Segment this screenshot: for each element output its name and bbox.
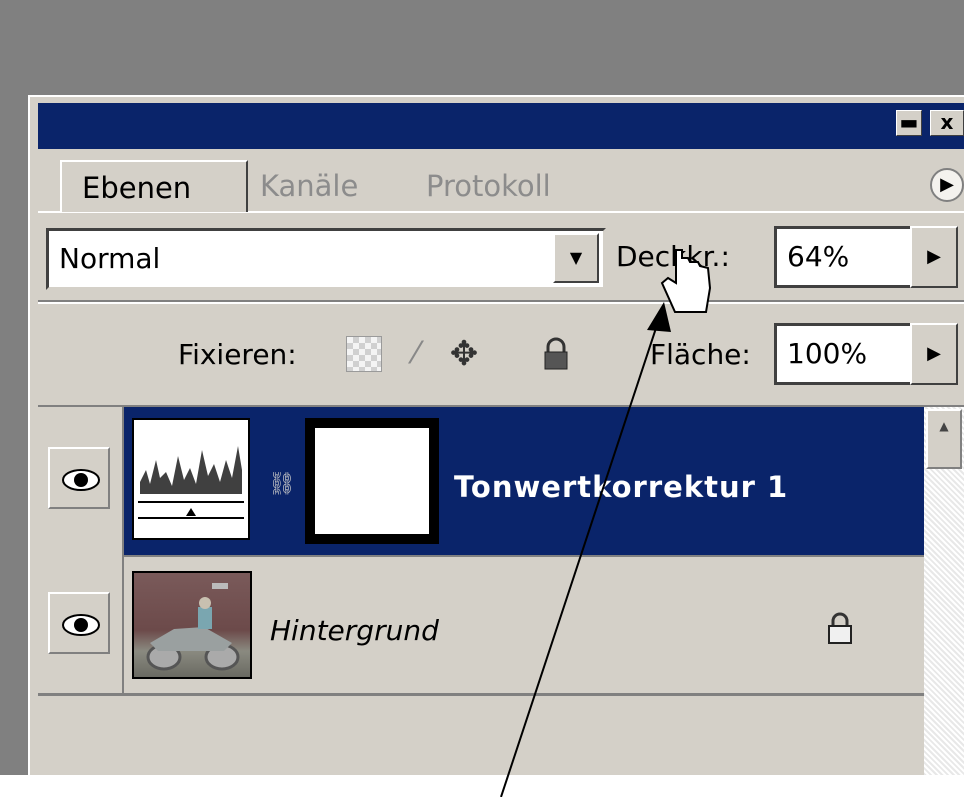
levels-adjustment-thumbnail[interactable] bbox=[132, 418, 250, 540]
background-layer-thumbnail[interactable] bbox=[132, 571, 252, 679]
tab-protokoll-label: Protokoll bbox=[426, 169, 551, 203]
minimize-button[interactable]: ▬ bbox=[896, 110, 922, 136]
lock-label: Fixieren: bbox=[178, 338, 297, 371]
visibility-toggle[interactable] bbox=[48, 592, 110, 654]
blend-mode-dropdown-button[interactable]: ▼ bbox=[553, 233, 599, 283]
tab-ebenen[interactable]: Ebenen bbox=[60, 160, 248, 212]
visibility-toggle[interactable] bbox=[48, 447, 110, 509]
minimize-icon: ▬ bbox=[899, 110, 919, 134]
play-circle-icon: ▶ bbox=[940, 174, 954, 195]
layer-name[interactable]: Hintergrund bbox=[270, 612, 439, 650]
histogram-icon bbox=[138, 446, 244, 519]
tab-ebenen-label: Ebenen bbox=[82, 171, 192, 205]
fill-value: 100% bbox=[787, 337, 868, 370]
fill-slider-button[interactable]: ▶ bbox=[910, 323, 958, 385]
tab-kanaele-label: Kanäle bbox=[260, 169, 359, 203]
tab-kanaele[interactable]: Kanäle bbox=[250, 160, 410, 212]
chevron-up-icon: ▲ bbox=[939, 419, 949, 433]
panel-menu-button[interactable]: ▶ bbox=[930, 168, 964, 202]
padlock-icon bbox=[826, 610, 854, 646]
opacity-label: Deckkr.: bbox=[616, 240, 730, 273]
eye-icon bbox=[62, 614, 100, 636]
brush-lock-icon[interactable]: ⁄ bbox=[398, 336, 434, 372]
layer-mask-thumbnail[interactable] bbox=[305, 418, 439, 544]
tab-protokoll[interactable]: Protokoll bbox=[416, 160, 616, 212]
motorcycle-photo-icon bbox=[146, 583, 240, 671]
move-lock-icon[interactable]: ✥ bbox=[446, 336, 482, 372]
layer-name[interactable]: Tonwertkorrektur 1 bbox=[454, 467, 788, 507]
eye-icon bbox=[62, 469, 100, 491]
layer-list-bottom bbox=[38, 693, 924, 696]
chevron-down-icon: ▼ bbox=[569, 248, 583, 267]
close-button[interactable]: x bbox=[930, 110, 964, 136]
play-right-icon: ▶ bbox=[927, 246, 941, 267]
blend-mode-select[interactable]: Normal bbox=[46, 228, 606, 290]
mask-preview bbox=[313, 426, 431, 536]
link-chain-icon[interactable]: ⛓ bbox=[268, 468, 296, 502]
close-icon: x bbox=[940, 110, 954, 134]
divider-highlight bbox=[38, 302, 964, 304]
scroll-up-button[interactable]: ▲ bbox=[926, 409, 962, 469]
panel-title-bar[interactable] bbox=[38, 103, 964, 149]
play-right-icon: ▶ bbox=[927, 343, 941, 364]
padlock-icon[interactable] bbox=[538, 336, 574, 372]
blend-mode-value: Normal bbox=[59, 242, 161, 275]
opacity-value: 64% bbox=[787, 240, 850, 273]
fill-input[interactable]: 100% bbox=[774, 323, 912, 385]
fill-label: Fläche: bbox=[650, 338, 751, 371]
opacity-slider-button[interactable]: ▶ bbox=[910, 226, 958, 288]
opacity-input[interactable]: 64% bbox=[774, 226, 912, 288]
transparency-lock-icon[interactable] bbox=[346, 336, 382, 372]
